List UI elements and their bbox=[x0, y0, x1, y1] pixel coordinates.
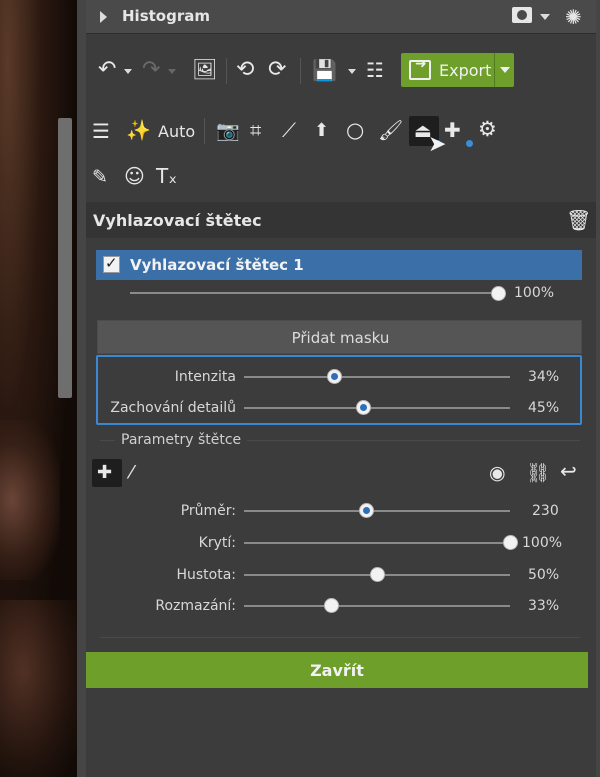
magic-wand-icon[interactable]: ✨ bbox=[126, 119, 151, 141]
tools-row-2: ✎ ☺ Tₓ bbox=[86, 160, 596, 196]
brush-icon[interactable]: 🖌 bbox=[378, 119, 403, 141]
layer-checkbox[interactable] bbox=[103, 254, 120, 273]
camera-icon[interactable]: 📷 bbox=[216, 120, 240, 142]
blur-track[interactable] bbox=[244, 605, 510, 607]
section-header: Vyhlazovací štětec 🗑 bbox=[86, 202, 596, 238]
redo-icon[interactable]: ↷ bbox=[142, 59, 160, 81]
save-caret-icon[interactable] bbox=[348, 69, 356, 74]
cursor-arrow-icon: ➤ bbox=[428, 132, 447, 157]
detail-preservation-label: Zachování detailů bbox=[110, 400, 236, 416]
intensity-value: 34% bbox=[528, 369, 560, 385]
detail-preservation-track[interactable] bbox=[244, 407, 510, 409]
section-title: Vyhlazovací štětec bbox=[93, 211, 262, 230]
text-tool-icon[interactable]: Tₓ bbox=[156, 165, 177, 187]
blur-label: Rozmazání: bbox=[155, 598, 236, 614]
intensity-knob[interactable] bbox=[326, 369, 342, 384]
right-panel: Histogram ✺ ↶ ↷ 🖼 ⟲ ⟳ 💾 ☷ Export bbox=[77, 0, 600, 777]
density-value: 50% bbox=[528, 567, 560, 583]
crop-icon[interactable]: ⌗ bbox=[250, 119, 261, 141]
circle-mask-icon[interactable]: ○ bbox=[346, 119, 364, 141]
density-label: Hustota: bbox=[176, 567, 236, 583]
histogram-header[interactable]: Histogram ✺ bbox=[86, 0, 596, 34]
rotate-right-icon[interactable]: ⟳ bbox=[268, 59, 286, 81]
eraser-icon[interactable]: ✎ bbox=[92, 166, 108, 188]
footer-divider bbox=[100, 637, 580, 638]
brush-picker-icon[interactable]: ◉ bbox=[489, 462, 506, 484]
toolbar-separator bbox=[226, 58, 227, 84]
panel-content: Histogram ✺ ↶ ↷ 🖼 ⟲ ⟳ 💾 ☷ Export bbox=[86, 0, 596, 777]
link-icon[interactable]: ⛓ bbox=[526, 462, 550, 484]
main-toolbar: ↶ ↷ 🖼 ⟲ ⟳ 💾 ☷ Export bbox=[86, 52, 596, 90]
snapshot-icon[interactable] bbox=[512, 7, 532, 23]
blur-value: 33% bbox=[528, 598, 560, 614]
toolbar-separator bbox=[204, 118, 205, 144]
export-split-divider bbox=[494, 53, 495, 87]
coverage-label: Krytí: bbox=[198, 535, 236, 551]
export-label: Export bbox=[439, 61, 492, 80]
export-icon bbox=[409, 56, 431, 80]
sliders-icon[interactable]: ☰ bbox=[92, 120, 110, 142]
density-knob[interactable] bbox=[369, 567, 385, 582]
intensity-label: Intenzita bbox=[174, 369, 236, 385]
expand-arrow-icon[interactable] bbox=[100, 11, 107, 23]
undo-caret-icon[interactable] bbox=[124, 69, 132, 74]
save-icon[interactable]: 💾 bbox=[312, 59, 337, 81]
close-label: Zavřít bbox=[310, 661, 364, 680]
toolbar-separator bbox=[300, 58, 301, 84]
diameter-value: 230 bbox=[532, 503, 559, 519]
brush-minus-icon[interactable]: ⁄ bbox=[130, 462, 133, 484]
sun-settings-icon[interactable]: ✺ bbox=[565, 5, 582, 29]
close-button[interactable]: Zavřít bbox=[86, 652, 588, 688]
coverage-track[interactable] bbox=[244, 542, 510, 544]
auto-label[interactable]: Auto bbox=[158, 122, 195, 141]
histogram-menu-caret-icon[interactable] bbox=[540, 14, 550, 20]
intensity-track[interactable] bbox=[244, 376, 510, 378]
healing-bandage-icon[interactable]: ✚ bbox=[444, 119, 461, 141]
export-button[interactable]: Export bbox=[401, 53, 514, 87]
layer-name: Vyhlazovací štětec 1 bbox=[130, 256, 304, 274]
detail-preservation-value: 45% bbox=[528, 400, 560, 416]
export-caret-icon[interactable] bbox=[500, 67, 510, 73]
image-compare-icon[interactable]: 🖼 bbox=[192, 58, 217, 80]
brush-plus-icon: ✚ bbox=[97, 462, 113, 483]
gear-icon[interactable]: ⚙ bbox=[478, 118, 497, 140]
diameter-knob[interactable] bbox=[358, 503, 374, 518]
add-mask-button[interactable]: Přidat masku bbox=[97, 320, 582, 354]
perspective-icon[interactable]: ⟋ bbox=[282, 119, 296, 141]
adjustments-icon[interactable]: ☷ bbox=[366, 59, 384, 81]
trash-icon[interactable]: 🗑 bbox=[566, 208, 591, 232]
blur-knob[interactable] bbox=[324, 598, 340, 613]
add-mask-label: Přidat masku bbox=[291, 329, 390, 347]
redo-caret-icon[interactable] bbox=[168, 69, 176, 74]
straighten-icon[interactable]: ⬆ bbox=[314, 120, 329, 142]
active-indicator-dot bbox=[466, 140, 473, 147]
vertical-scrollbar[interactable] bbox=[58, 118, 72, 398]
layer-opacity-value: 100% bbox=[514, 285, 555, 301]
coverage-value: 100% bbox=[522, 535, 563, 551]
diameter-label: Průměr: bbox=[180, 503, 236, 519]
brush-add-mode[interactable]: ✚ bbox=[92, 459, 122, 487]
face-mask-icon[interactable]: ☺ bbox=[124, 165, 145, 187]
reset-arrow-icon[interactable]: ↩ bbox=[560, 460, 577, 482]
tools-row: ☰ ✨ Auto 📷 ⌗ ⟋ ⬆ ○ 🖌 ⏏ ✚ ⚙ ➤ bbox=[86, 112, 596, 156]
undo-icon[interactable]: ↶ bbox=[98, 59, 116, 81]
coverage-knob[interactable] bbox=[502, 535, 518, 550]
layer-opacity-knob[interactable] bbox=[491, 286, 506, 301]
brush-params-title: Parametry štětce bbox=[115, 432, 248, 448]
diameter-track[interactable] bbox=[244, 510, 510, 512]
layer-opacity-track[interactable] bbox=[130, 292, 496, 294]
layer-row[interactable]: Vyhlazovací štětec 1 bbox=[96, 250, 582, 280]
rotate-left-icon[interactable]: ⟲ bbox=[236, 59, 254, 81]
histogram-title: Histogram bbox=[122, 7, 210, 25]
